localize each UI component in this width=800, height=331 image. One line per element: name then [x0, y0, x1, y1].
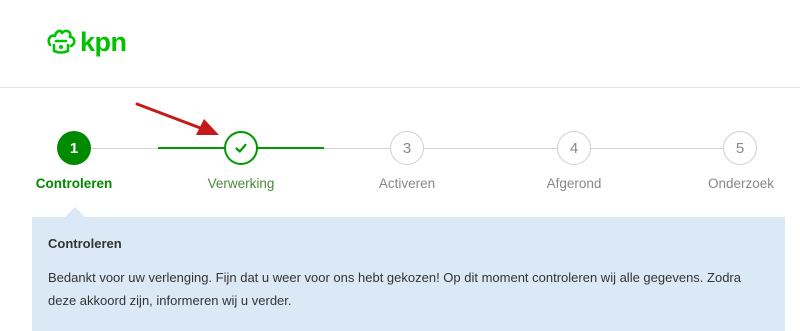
step-1-number: 1	[69, 139, 79, 157]
step-4-circle[interactable]: 4	[557, 131, 591, 165]
step-5-number: 5	[735, 139, 745, 157]
step-3-circle[interactable]: 3	[390, 131, 424, 165]
header: kpn	[0, 0, 800, 88]
step-2-circle[interactable]	[224, 131, 258, 165]
info-body: Bedankt voor uw verlenging. Fijn dat u w…	[48, 270, 741, 308]
step-3-label: Activeren	[378, 176, 436, 191]
step-3-number: 3	[402, 139, 412, 157]
step-1-label: Controleren	[35, 176, 113, 191]
step-5-circle[interactable]: 5	[723, 131, 757, 165]
step-4-number: 4	[569, 139, 579, 157]
info-title: Controleren	[48, 236, 122, 251]
step-5-label: Onderzoek	[707, 176, 775, 191]
logo-text: kpn	[80, 26, 127, 57]
progress-stepper: 1 3 4 5 Controleren Verwerking Activeren…	[0, 100, 800, 210]
step-2-label: Verwerking	[207, 176, 275, 191]
step-1-circle[interactable]: 1	[57, 131, 91, 165]
check-icon	[235, 143, 247, 153]
info-panel-pointer	[65, 207, 85, 217]
kpn-logo[interactable]: kpn	[45, 26, 127, 58]
kpn-crown-icon	[47, 29, 76, 54]
info-panel: Controleren Bedankt voor uw verlenging. …	[32, 217, 785, 331]
step-4-label: Afgerond	[546, 176, 602, 191]
